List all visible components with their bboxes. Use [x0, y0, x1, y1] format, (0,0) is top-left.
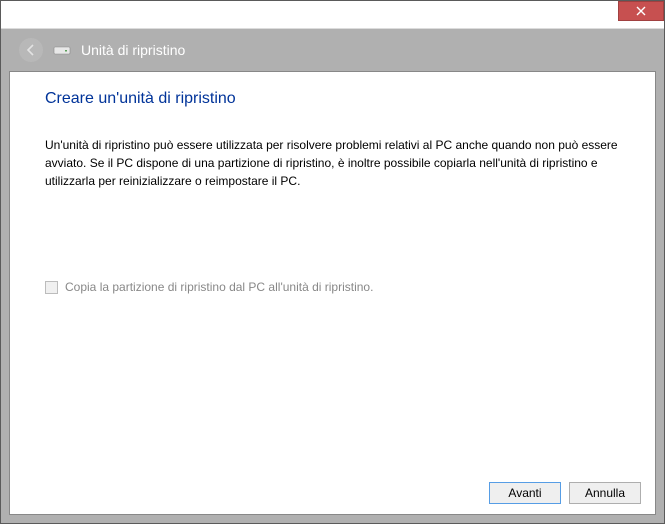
- content-wrap: Creare un'unità di ripristino Un'unità d…: [1, 71, 664, 523]
- copy-partition-row: Copia la partizione di ripristino dal PC…: [45, 280, 620, 294]
- copy-partition-label: Copia la partizione di ripristino dal PC…: [65, 280, 373, 294]
- wizard-header: Unità di ripristino: [1, 29, 664, 71]
- copy-partition-checkbox: [45, 281, 58, 294]
- page-title: Creare un'unità di ripristino: [45, 90, 620, 108]
- wizard-main: Creare un'unità di ripristino Un'unità d…: [10, 72, 655, 470]
- next-button[interactable]: Avanti: [489, 482, 561, 504]
- wizard-content: Creare un'unità di ripristino Un'unità d…: [9, 71, 656, 515]
- back-arrow-icon: [24, 43, 38, 57]
- close-icon: [636, 6, 646, 16]
- back-button: [19, 38, 43, 62]
- page-description: Un'unità di ripristino può essere utiliz…: [45, 136, 620, 190]
- close-button[interactable]: [618, 1, 664, 21]
- cancel-button[interactable]: Annulla: [569, 482, 641, 504]
- wizard-footer: Avanti Annulla: [10, 470, 655, 514]
- header-title: Unità di ripristino: [81, 42, 185, 58]
- drive-icon: [53, 44, 71, 56]
- titlebar: [1, 1, 664, 29]
